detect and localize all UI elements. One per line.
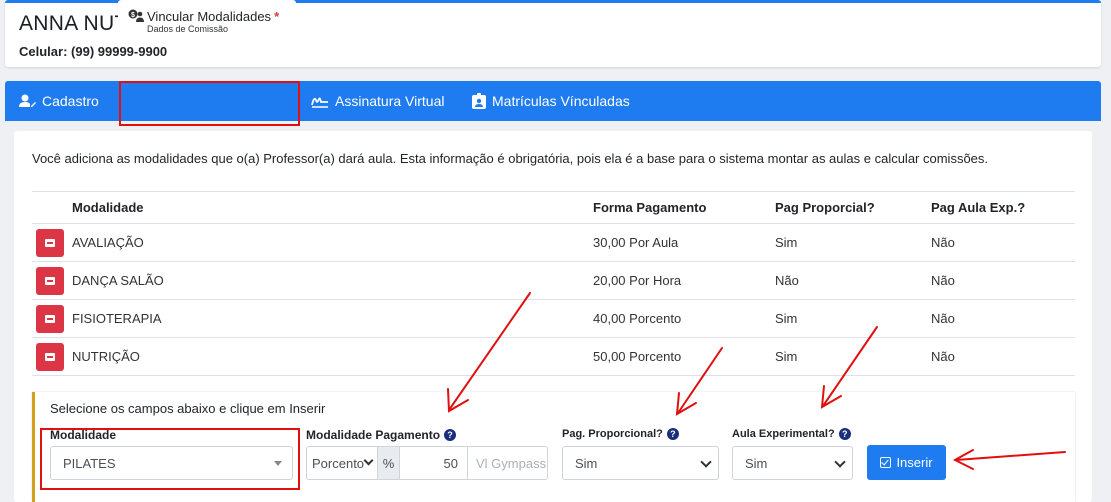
percent-addon: % bbox=[378, 447, 400, 479]
table-header-action bbox=[32, 191, 72, 224]
minus-icon bbox=[45, 352, 55, 361]
help-icon[interactable]: ? bbox=[444, 429, 457, 441]
id-badge-icon bbox=[472, 93, 486, 109]
table-row: DANÇA SALÃO 20,00 Por Hora Não Não bbox=[32, 261, 1075, 300]
tab-cadastro[interactable]: Cadastro bbox=[19, 81, 99, 121]
modalidade-pagamento-label: Modalidade Pagamento? bbox=[306, 428, 457, 442]
cell-forma: 30,00 Por Aula bbox=[593, 223, 775, 262]
user-edit-icon bbox=[19, 94, 36, 107]
cell-exp: Não bbox=[931, 337, 1075, 376]
gympass-value-input[interactable]: Vl Gympass bbox=[468, 447, 547, 479]
minus-icon bbox=[45, 314, 55, 323]
pagamento-tipo-select[interactable]: Porcento bbox=[307, 447, 378, 479]
phone-number: (99) 99999-9900 bbox=[71, 44, 168, 59]
cell-prop: Não bbox=[775, 261, 931, 300]
help-icon[interactable]: ? bbox=[838, 428, 851, 440]
experimental-select-value: Sim bbox=[745, 455, 768, 471]
table-row: NUTRIÇÃO 50,00 Porcento Sim Não bbox=[32, 337, 1075, 376]
modalidade-select-value: PILATES bbox=[63, 455, 116, 471]
modalidade-label: Modalidade bbox=[50, 428, 117, 442]
cell-forma: 50,00 Porcento bbox=[593, 337, 775, 376]
insert-button-label: Inserir bbox=[896, 455, 933, 470]
tab-vincular-sublabel: Dados de Comissão bbox=[147, 24, 229, 34]
tab-matriculas-vinculadas[interactable]: Matrículas Vínculadas bbox=[472, 81, 630, 121]
svg-text:$: $ bbox=[131, 12, 135, 19]
proporcional-select-value: Sim bbox=[575, 455, 598, 471]
table-row: FISIOTERAPIA 40,00 Porcento Sim Não bbox=[32, 299, 1075, 338]
table-header-pag-aula-exp: Pag Aula Exp.? bbox=[931, 191, 1075, 224]
tab-assinatura-virtual[interactable]: Assinatura Virtual bbox=[311, 81, 444, 121]
tab-cadastro-label: Cadastro bbox=[42, 93, 99, 109]
cell-exp: Não bbox=[931, 261, 1075, 300]
table-header-modalidade: Modalidade bbox=[72, 191, 593, 224]
cell-prop: Sim bbox=[775, 337, 931, 376]
cell-modalidade: DANÇA SALÃO bbox=[72, 261, 593, 300]
cell-modalidade: AVALIAÇÃO bbox=[72, 223, 593, 262]
minus-icon bbox=[45, 238, 55, 247]
table-header-pag-proporcial: Pag Proporcial? bbox=[775, 191, 931, 224]
insert-button[interactable]: Inserir bbox=[867, 445, 946, 480]
minus-icon bbox=[45, 276, 55, 285]
cell-modalidade: FISIOTERAPIA bbox=[72, 299, 593, 338]
cell-exp: Não bbox=[931, 223, 1075, 262]
main-content-card: Você adiciona as modalidades que o(a) Pr… bbox=[14, 131, 1092, 502]
experimental-select[interactable]: Sim bbox=[732, 446, 853, 480]
required-marker: * bbox=[274, 9, 280, 24]
modalidades-table: Modalidade Forma Pagamento Pag Proporcia… bbox=[32, 191, 1075, 376]
tab-vincular-label: Vincular Modalidades bbox=[147, 9, 272, 24]
chevron-down-icon bbox=[834, 456, 846, 468]
signature-icon bbox=[311, 97, 328, 108]
chevron-down-icon bbox=[700, 456, 712, 468]
table-header-row: Modalidade Forma Pagamento Pag Proporcia… bbox=[32, 191, 1075, 224]
table-row: AVALIAÇÃO 30,00 Por Aula Sim Não bbox=[32, 223, 1075, 262]
remove-button[interactable] bbox=[36, 304, 64, 333]
modalidade-select[interactable]: PILATES bbox=[50, 446, 293, 480]
cell-exp: Não bbox=[931, 299, 1075, 338]
table-header-forma-pagamento: Forma Pagamento bbox=[593, 191, 775, 224]
insert-form: Selecione os campos abaixo e clique em I… bbox=[32, 392, 1075, 502]
form-title: Selecione os campos abaixo e clique em I… bbox=[50, 401, 326, 416]
experimental-label: Aula Experimental?? bbox=[732, 428, 851, 440]
cell-forma: 40,00 Porcento bbox=[593, 299, 775, 338]
remove-button[interactable] bbox=[36, 266, 64, 295]
pagamento-valor-input[interactable]: 50 bbox=[400, 447, 468, 479]
phone-label: Celular: bbox=[19, 44, 68, 59]
tab-vincular-label-wrap: Vincular Modalidades * bbox=[147, 9, 279, 24]
chevron-down-icon bbox=[363, 455, 374, 466]
tab-bar: Cadastro Assinatura Virtual Matrículas V… bbox=[5, 81, 1101, 121]
money-users-icon: $ bbox=[128, 9, 144, 22]
check-square-icon bbox=[880, 457, 892, 468]
profile-phone: Celular: (99) 99999-9900 bbox=[19, 44, 167, 59]
proporcional-select[interactable]: Sim bbox=[562, 446, 719, 480]
tab-assinatura-label: Assinatura Virtual bbox=[335, 93, 445, 109]
pagamento-tipo-value: Porcento bbox=[312, 455, 365, 471]
cell-modalidade: NUTRIÇÃO bbox=[72, 337, 593, 376]
cell-forma: 20,00 Por Hora bbox=[593, 261, 775, 300]
cell-prop: Sim bbox=[775, 223, 931, 262]
caret-down-icon bbox=[274, 461, 282, 466]
intro-text: Você adiciona as modalidades que o(a) Pr… bbox=[32, 151, 989, 166]
pagamento-input-group: Porcento % 50 Vl Gympass bbox=[306, 446, 548, 480]
cell-prop: Sim bbox=[775, 299, 931, 338]
help-icon[interactable]: ? bbox=[666, 428, 679, 440]
tab-vincular-modalidades[interactable]: $ Vincular Modalidades * Dados de Comissã… bbox=[118, 0, 296, 44]
remove-button[interactable] bbox=[36, 342, 64, 371]
tab-matriculas-label: Matrículas Vínculadas bbox=[492, 93, 630, 109]
proporcional-label: Pag. Proporcional?? bbox=[562, 428, 679, 440]
remove-button[interactable] bbox=[36, 228, 64, 257]
